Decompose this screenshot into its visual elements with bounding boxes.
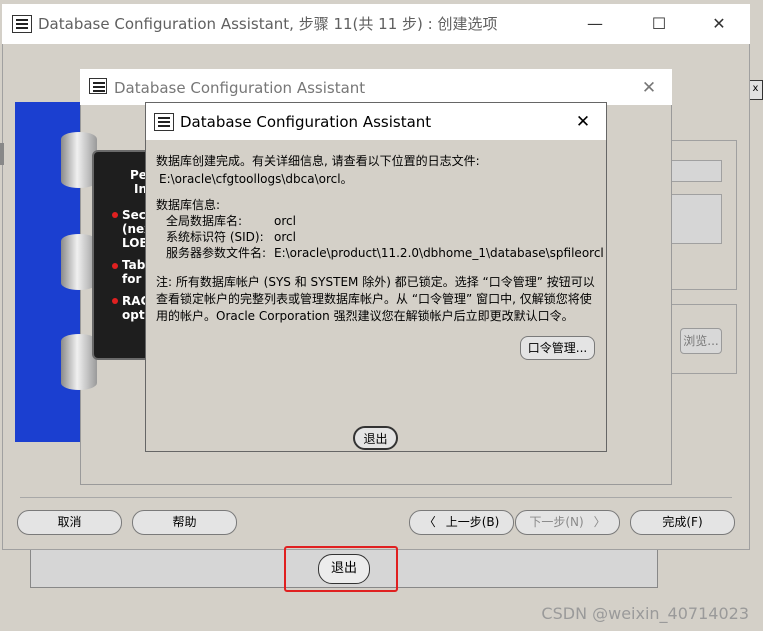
banner-image xyxy=(15,102,97,442)
sid-value: orcl xyxy=(274,230,296,244)
exit-button[interactable]: 退出 xyxy=(353,426,398,450)
middle-dialog-title-bar: Database Configuration Assistant ✕ xyxy=(80,69,672,105)
back-button-label: 上一步(B) xyxy=(445,515,500,529)
help-button[interactable]: 帮助 xyxy=(132,510,237,535)
close-icon[interactable]: ✕ xyxy=(634,69,664,107)
browse-button[interactable]: 浏览... xyxy=(680,328,722,354)
back-button[interactable]: 〈上一步(B) xyxy=(409,510,514,535)
watermark: CSDN @weixin_40714023 xyxy=(541,604,749,623)
app-icon xyxy=(12,15,32,33)
app-icon xyxy=(154,113,174,131)
spfile-value: E:\oracle\product\11.2.0\dbhome_1\databa… xyxy=(274,246,604,260)
close-icon[interactable]: ✕ xyxy=(568,103,598,141)
chevron-left-icon: 〈 xyxy=(423,515,436,529)
bullet-icon xyxy=(112,263,118,269)
maximize-icon[interactable]: ☐ xyxy=(636,4,682,44)
main-title-bar: Database Configuration Assistant, 步骤 11(… xyxy=(2,4,750,44)
sid-label: 系统标识符 (SID): xyxy=(166,230,264,244)
password-management-button[interactable]: 口令管理... xyxy=(520,336,595,360)
finish-button[interactable]: 完成(F) xyxy=(630,510,735,535)
feature-text: Tab xyxy=(122,258,146,272)
db-info-heading: 数据库信息: xyxy=(156,198,221,212)
completion-dialog-title-bar: Database Configuration Assistant ✕ xyxy=(146,103,606,140)
next-button-label: 下一步(N) xyxy=(529,515,584,529)
background-close-icon[interactable]: x xyxy=(748,80,763,100)
left-edge-tab xyxy=(0,143,4,165)
completion-message: 数据库创建完成。有关详细信息, 请查看以下位置的日志文件: xyxy=(156,154,480,168)
next-button[interactable]: 下一步(N) 〉 xyxy=(515,510,620,535)
background-exit-button[interactable]: 退出 xyxy=(318,554,370,584)
bullet-icon xyxy=(112,298,118,304)
note-line: 查看锁定帐户的完整列表或管理数据库帐户。从 “口令管理” 窗口中, 仅解锁您将使 xyxy=(156,292,592,306)
app-icon xyxy=(89,78,107,94)
note-line: 注: 所有数据库帐户 (SYS 和 SYSTEM 除外) 都已锁定。选择 “口令… xyxy=(156,275,595,289)
minimize-icon[interactable]: — xyxy=(572,4,618,44)
main-window-title: Database Configuration Assistant, 步骤 11(… xyxy=(38,15,498,33)
cancel-button[interactable]: 取消 xyxy=(17,510,122,535)
log-path: E:\oracle\cfgtoollogs\dbca\orcl。 xyxy=(159,172,353,186)
completion-dialog-title: Database Configuration Assistant xyxy=(180,113,432,131)
spfile-label: 服务器参数文件名: xyxy=(166,246,267,260)
chevron-right-icon: 〉 xyxy=(593,515,606,529)
divider xyxy=(20,497,732,498)
global-db-name-value: orcl xyxy=(274,214,296,228)
bullet-icon xyxy=(112,212,118,218)
global-db-name-label: 全局数据库名: xyxy=(166,214,243,228)
feature-panel: Pe In Secu (nex LOB Tab for a RAC opti xyxy=(92,150,154,360)
close-icon[interactable]: ✕ xyxy=(696,4,742,44)
note-line: 用的帐户。Oracle Corporation 强烈建议您在解锁帐户后立即更改默… xyxy=(156,309,574,323)
